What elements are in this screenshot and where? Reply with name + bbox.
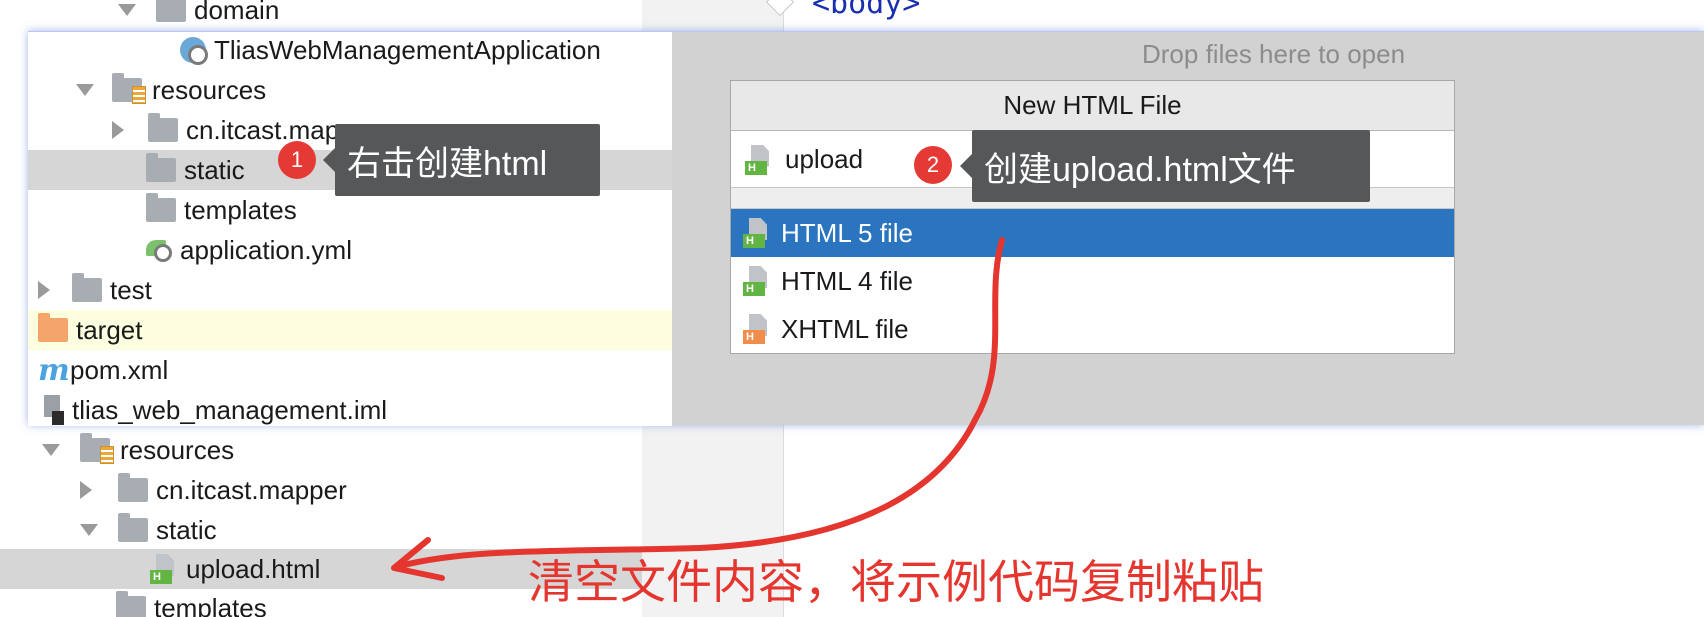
instruction-text: 清空文件内容，将示例代码复制粘贴 <box>528 555 1264 609</box>
red-arrow-annotation <box>391 237 1005 581</box>
